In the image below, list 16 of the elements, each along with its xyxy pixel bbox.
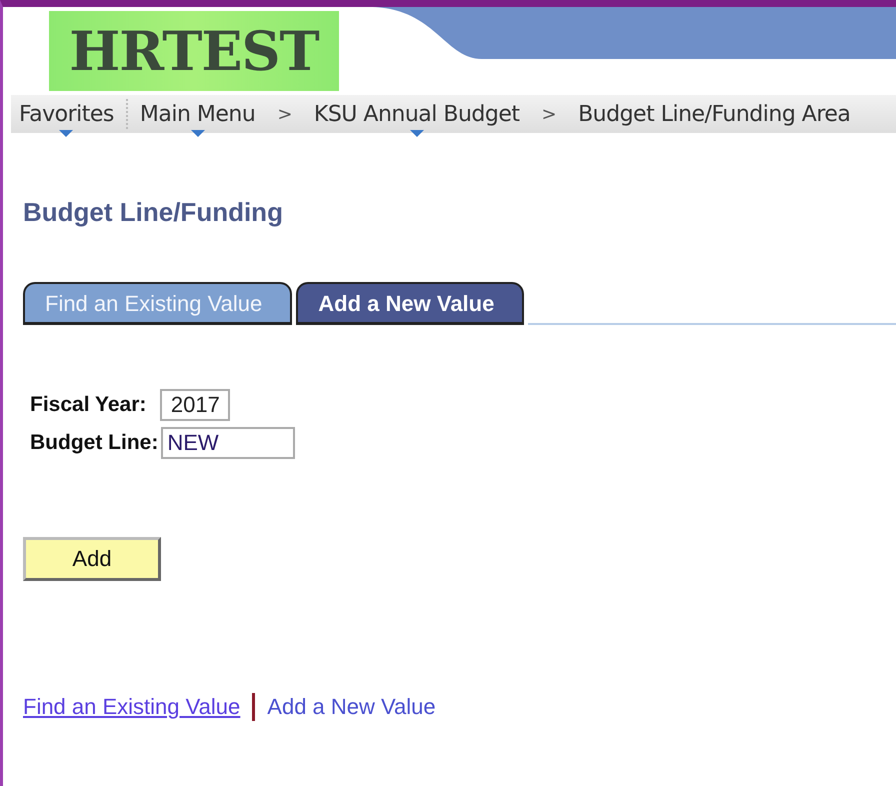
breadcrumb-link[interactable]: Main Menu <box>132 102 264 126</box>
tab[interactable]: Add a New Value <box>296 282 524 325</box>
breadcrumb-link[interactable]: Budget Line/Funding Area <box>570 102 858 126</box>
breadcrumb-separator: > <box>276 104 293 124</box>
page-title: Budget Line/Funding <box>23 197 284 228</box>
input-field[interactable]: NEW <box>161 427 296 459</box>
field-label: Budget Line: <box>30 431 158 455</box>
link[interactable]: Find an Existing Value <box>23 694 240 720</box>
logo: HRTEST <box>49 11 339 91</box>
breadcrumb-separator: > <box>540 104 558 124</box>
field-label: Fiscal Year: <box>30 393 146 417</box>
breadcrumb-link[interactable]: KSU Annual Budget <box>306 102 528 126</box>
input-field[interactable]: 2017 <box>160 389 230 421</box>
add-button[interactable]: Add <box>23 537 161 581</box>
link[interactable]: Add a New Value <box>267 694 436 720</box>
breadcrumb-link[interactable]: Favorites <box>11 102 122 126</box>
